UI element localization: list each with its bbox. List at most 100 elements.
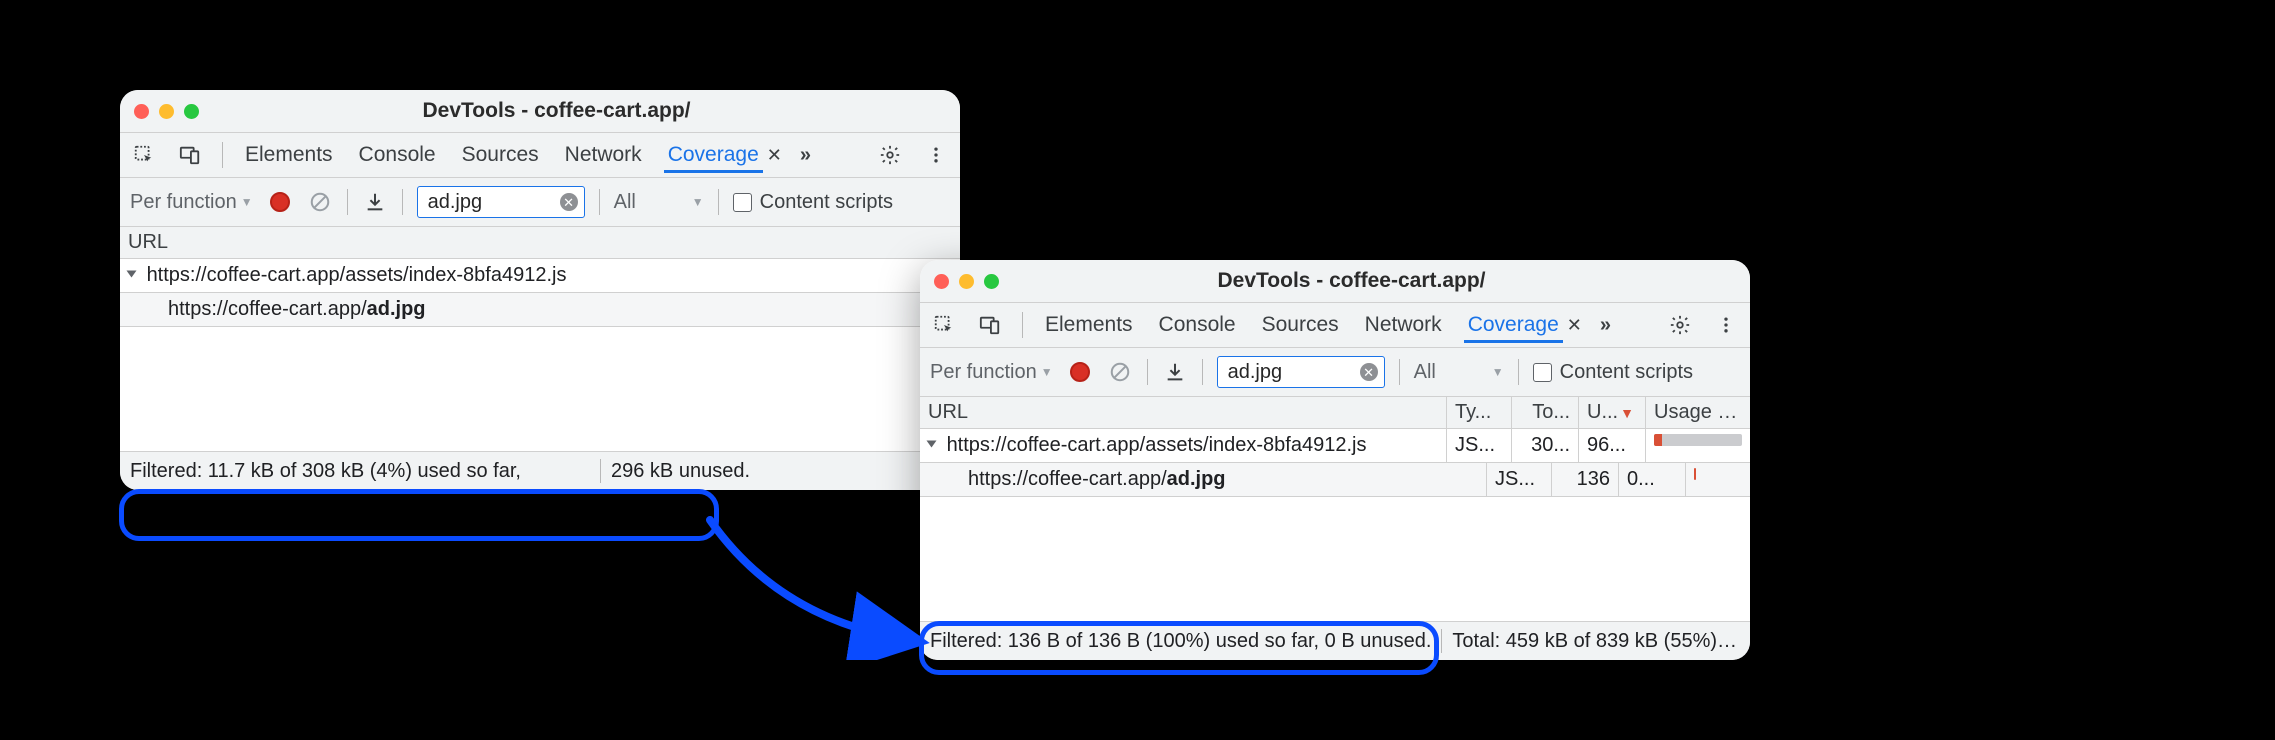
- tab-console[interactable]: Console: [355, 137, 440, 173]
- more-tabs-icon[interactable]: »: [800, 144, 805, 167]
- inspect-icon[interactable]: [130, 141, 158, 169]
- clear-icon[interactable]: [307, 189, 333, 215]
- clear-filter-icon[interactable]: ✕: [1360, 363, 1378, 381]
- chevron-down-icon: ▼: [241, 195, 253, 209]
- tab-coverage[interactable]: Coverage: [664, 137, 763, 173]
- minimize-window-button[interactable]: [159, 104, 174, 119]
- status-filtered: Filtered: 11.7 kB of 308 kB (4%) used so…: [120, 460, 600, 483]
- type-filter-dropdown[interactable]: All ▼: [614, 191, 704, 214]
- tab-network[interactable]: Network: [1361, 307, 1446, 343]
- inspect-icon[interactable]: [930, 311, 958, 339]
- device-toggle-icon[interactable]: [976, 311, 1004, 339]
- separator: [1022, 312, 1023, 338]
- record-icon[interactable]: [267, 189, 293, 215]
- main-tabs: Elements Console Sources Network Coverag…: [120, 133, 960, 178]
- disclosure-triangle-icon[interactable]: [127, 271, 137, 278]
- window-title: DevTools - coffee-cart.app/: [213, 99, 960, 123]
- url-text: https://coffee-cart.app/ad.jpg: [168, 298, 426, 320]
- content-scripts-toggle[interactable]: Content scripts: [1533, 361, 1693, 384]
- kebab-menu-icon[interactable]: [1712, 311, 1740, 339]
- separator: [347, 189, 348, 215]
- gear-icon[interactable]: [876, 141, 904, 169]
- coverage-toolbar: Per function ▼ ad.jpg ✕ All: [120, 178, 960, 227]
- disclosure-triangle-icon[interactable]: [927, 441, 937, 448]
- separator: [402, 189, 403, 215]
- checkbox-icon: [1533, 363, 1552, 382]
- url-filter-input[interactable]: ad.jpg ✕: [417, 186, 585, 218]
- type-filter-label: All: [614, 191, 636, 214]
- table-row[interactable]: https://coffee-cart.app/ad.jpg JS... 136…: [920, 463, 1750, 497]
- close-window-button[interactable]: [134, 104, 149, 119]
- kebab-menu-icon[interactable]: [922, 141, 950, 169]
- column-header-url[interactable]: URL: [920, 397, 1447, 428]
- zoom-window-button[interactable]: [984, 274, 999, 289]
- close-window-button[interactable]: [934, 274, 949, 289]
- record-icon[interactable]: [1067, 359, 1093, 385]
- devtools-window-after: DevTools - coffee-cart.app/ Elements Con…: [920, 260, 1750, 660]
- content-scripts-toggle[interactable]: Content scripts: [733, 191, 893, 214]
- table-row[interactable]: https://coffee-cart.app/assets/index-8bf…: [120, 259, 960, 293]
- device-toggle-icon[interactable]: [176, 141, 204, 169]
- separator: [1202, 359, 1203, 385]
- tab-elements[interactable]: Elements: [1041, 307, 1137, 343]
- status-total: Total: 459 kB of 839 kB (55%) used so fa…: [1442, 630, 1750, 653]
- close-icon[interactable]: ✕: [1567, 315, 1582, 336]
- minimize-window-button[interactable]: [959, 274, 974, 289]
- content-scripts-label: Content scripts: [760, 191, 893, 214]
- url-text: https://coffee-cart.app/ad.jpg: [968, 468, 1226, 490]
- titlebar: DevTools - coffee-cart.app/: [920, 260, 1750, 303]
- table-row[interactable]: https://coffee-cart.app/ad.jpg: [120, 293, 960, 327]
- cell-usage: [1646, 429, 1750, 462]
- more-tabs-icon[interactable]: »: [1600, 314, 1605, 337]
- devtools-window-before: DevTools - coffee-cart.app/ Elements Con…: [120, 90, 960, 490]
- tab-sources[interactable]: Sources: [1258, 307, 1343, 343]
- separator: [1399, 359, 1400, 385]
- window-title: DevTools - coffee-cart.app/: [1013, 269, 1750, 293]
- gear-icon[interactable]: [1666, 311, 1694, 339]
- cell-type: JS...: [1487, 463, 1552, 496]
- granularity-label: Per function: [930, 361, 1037, 384]
- close-icon[interactable]: ✕: [767, 145, 782, 166]
- zoom-window-button[interactable]: [184, 104, 199, 119]
- column-header-url[interactable]: URL: [120, 227, 960, 258]
- tab-coverage[interactable]: Coverage: [1464, 307, 1563, 343]
- main-tabs: Elements Console Sources Network Coverag…: [920, 303, 1750, 348]
- export-icon[interactable]: [1162, 359, 1188, 385]
- clear-icon[interactable]: [1107, 359, 1133, 385]
- checkbox-icon: [733, 193, 752, 212]
- status-total: 296 kB unused.: [601, 460, 760, 483]
- cell-unused: 96...: [1579, 429, 1646, 462]
- url-filter-input[interactable]: ad.jpg ✕: [1217, 356, 1385, 388]
- cell-total: 30...: [1512, 429, 1579, 462]
- tab-console[interactable]: Console: [1155, 307, 1240, 343]
- traffic-lights: [920, 274, 1013, 289]
- column-header-usage[interactable]: Usage Visualization: [1646, 397, 1750, 428]
- url-text: https://coffee-cart.app/assets/index-8bf…: [147, 264, 567, 286]
- granularity-dropdown[interactable]: Per function ▼: [930, 361, 1053, 384]
- type-filter-dropdown[interactable]: All ▼: [1414, 361, 1504, 384]
- chevron-down-icon: ▼: [1041, 365, 1053, 379]
- cell-unused: 0...: [1619, 463, 1686, 496]
- clear-filter-icon[interactable]: ✕: [560, 193, 578, 211]
- tab-network[interactable]: Network: [561, 137, 646, 173]
- status-bar: Filtered: 136 B of 136 B (100%) used so …: [920, 621, 1750, 660]
- granularity-dropdown[interactable]: Per function ▼: [130, 191, 253, 214]
- column-header-unused[interactable]: U...▼: [1579, 397, 1646, 428]
- tab-elements[interactable]: Elements: [241, 137, 337, 173]
- cell-usage: [1686, 463, 1750, 496]
- type-filter-label: All: [1414, 361, 1436, 384]
- granularity-label: Per function: [130, 191, 237, 214]
- traffic-lights: [120, 104, 213, 119]
- cell-type: JS...: [1447, 429, 1512, 462]
- cell-total: 136: [1552, 463, 1619, 496]
- content-scripts-label: Content scripts: [1560, 361, 1693, 384]
- table-row[interactable]: https://coffee-cart.app/assets/index-8bf…: [920, 429, 1750, 463]
- separator: [1147, 359, 1148, 385]
- column-header-type[interactable]: Ty...: [1447, 397, 1512, 428]
- url-filter-value: ad.jpg: [428, 191, 552, 214]
- column-header-total[interactable]: To...: [1512, 397, 1579, 428]
- status-filtered: Filtered: 136 B of 136 B (100%) used so …: [920, 630, 1441, 653]
- tab-sources[interactable]: Sources: [458, 137, 543, 173]
- export-icon[interactable]: [362, 189, 388, 215]
- separator: [599, 189, 600, 215]
